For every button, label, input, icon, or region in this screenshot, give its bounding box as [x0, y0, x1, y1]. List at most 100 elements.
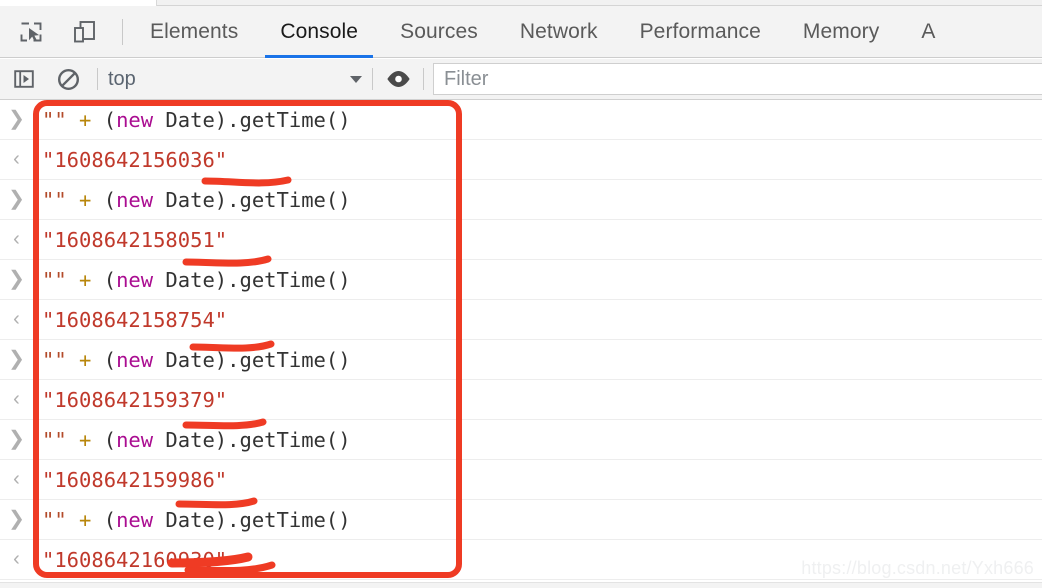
console-prompt-arrow-icon: ❯ [8, 508, 25, 530]
console-expression: "" + (new Date).getTime() [33, 508, 351, 532]
console-input-row[interactable]: ❯ "" + (new Date).getTime() [0, 100, 1042, 140]
expr-new-keyword: new [116, 107, 154, 132]
devtools-tool-icons [0, 15, 102, 49]
tab-performance-label: Performance [639, 19, 761, 43]
console-result-value: "1608642158051" [42, 227, 228, 252]
tab-application-label: A [921, 19, 936, 43]
console-input-row[interactable]: ❯ "" + (new Date).getTime() [0, 180, 1042, 220]
tab-console[interactable]: Console [259, 6, 379, 58]
console-result: "1608642159379" [33, 388, 227, 412]
console-prompt-arrow-icon: ❯ [8, 108, 25, 130]
console-input-row[interactable]: ❯ "" + (new Date).getTime() [0, 260, 1042, 300]
console-prompt-arrow-icon: ❯ [8, 348, 25, 370]
console-output-row[interactable]: ‹ "1608642159379" [0, 380, 1042, 420]
expr-string-literal: "" [42, 187, 67, 212]
console-expression: "" + (new Date).getTime() [33, 348, 351, 372]
console-result: "1608642158051" [33, 228, 227, 252]
expr-string-literal: "" [42, 507, 67, 532]
expr-plus-operator: + [79, 267, 92, 292]
console-result-arrow-icon: ‹ [13, 548, 20, 570]
tab-memory-label: Memory [802, 19, 880, 43]
console-sidebar-toggle-icon [14, 70, 34, 88]
console-filter-input[interactable] [433, 63, 1042, 95]
expr-new-keyword: new [116, 187, 154, 212]
expr-string-literal: "" [42, 427, 67, 452]
expr-plus-operator: + [79, 107, 92, 132]
console-log-list[interactable]: ❯ "" + (new Date).getTime() ‹ "160864215… [0, 100, 1042, 588]
expr-rest: Date).getTime() [153, 187, 351, 212]
console-context-selector[interactable]: top [98, 64, 366, 94]
console-result-arrow-icon: ‹ [13, 468, 20, 490]
expr-rest: Date).getTime() [153, 507, 351, 532]
console-prompt-arrow-icon: ❯ [8, 188, 25, 210]
device-toolbar-icon [74, 20, 95, 42]
tab-application[interactable]: A [900, 6, 956, 58]
console-output-row[interactable]: ‹ "1608642159986" [0, 460, 1042, 500]
expr-rest: Date).getTime() [153, 347, 351, 372]
console-result-arrow-icon: ‹ [13, 228, 20, 250]
page-watermark: https://blog.csdn.net/Yxh666 [801, 558, 1034, 578]
console-output-row[interactable]: ‹ "1608642158754" [0, 300, 1042, 340]
expr-open-paren: ( [103, 347, 117, 372]
expr-open-paren: ( [103, 507, 117, 532]
tab-network[interactable]: Network [499, 6, 619, 58]
console-result-arrow-icon: ‹ [13, 388, 20, 410]
console-expression: "" + (new Date).getTime() [33, 428, 351, 452]
expr-string-literal: "" [42, 267, 67, 292]
console-filter-wrap [433, 63, 1042, 95]
console-result-value: "1608642160930" [42, 547, 228, 572]
toolbar-divider [122, 18, 123, 45]
devtools-tabbar: Elements Console Sources Network Perform… [0, 6, 1042, 58]
devtools-panel-tabs: Elements Console Sources Network Perform… [129, 6, 956, 58]
expr-plus-operator: + [79, 507, 92, 532]
console-result: "1608642158754" [33, 308, 227, 332]
window-bottom-strip [0, 582, 1042, 588]
tab-performance[interactable]: Performance [619, 6, 782, 58]
console-input-row[interactable]: ❯ "" + (new Date).getTime() [0, 420, 1042, 460]
tab-elements[interactable]: Elements [129, 6, 259, 58]
console-result: "1608642160930" [33, 548, 227, 572]
expr-plus-operator: + [79, 187, 92, 212]
console-result-value: "1608642156036" [42, 147, 228, 172]
devtools-window: Elements Console Sources Network Perform… [0, 0, 1042, 588]
tab-elements-label: Elements [150, 19, 239, 43]
tab-memory[interactable]: Memory [782, 6, 900, 58]
console-sidebar-toggle-button[interactable] [9, 64, 39, 94]
live-expression-button[interactable] [383, 64, 413, 94]
console-result-value: "1608642158754" [42, 307, 228, 332]
live-expression-eye-icon [386, 71, 410, 87]
console-toolbar: top [0, 59, 1042, 100]
console-result-arrow-icon: ‹ [13, 148, 20, 170]
console-input-row[interactable]: ❯ "" + (new Date).getTime() [0, 340, 1042, 380]
console-result: "1608642159986" [33, 468, 227, 492]
console-context-value: top [108, 67, 136, 90]
device-toolbar-button[interactable] [68, 15, 102, 49]
clear-console-button[interactable] [53, 64, 83, 94]
console-output-row[interactable]: ‹ "1608642156036" [0, 140, 1042, 180]
expr-new-keyword: new [116, 347, 154, 372]
expr-rest: Date).getTime() [153, 107, 351, 132]
console-toolbar-divider-3 [423, 68, 424, 90]
console-input-row[interactable]: ❯ "" + (new Date).getTime() [0, 500, 1042, 540]
tab-network-label: Network [519, 19, 598, 43]
expr-rest: Date).getTime() [153, 267, 351, 292]
console-expression: "" + (new Date).getTime() [33, 268, 351, 292]
expr-open-paren: ( [103, 187, 117, 212]
console-expression: "" + (new Date).getTime() [33, 188, 351, 212]
expr-open-paren: ( [103, 267, 117, 292]
console-output-row[interactable]: ‹ "1608642158051" [0, 220, 1042, 260]
expr-plus-operator: + [79, 427, 92, 452]
expr-new-keyword: new [116, 507, 154, 532]
expr-new-keyword: new [116, 427, 154, 452]
expr-open-paren: ( [103, 427, 117, 452]
console-result-value: "1608642159986" [42, 467, 228, 492]
chevron-down-icon [350, 76, 362, 83]
console-result-arrow-icon: ‹ [13, 308, 20, 330]
tab-console-label: Console [280, 19, 359, 43]
console-prompt-arrow-icon: ❯ [8, 428, 25, 450]
console-prompt-arrow-icon: ❯ [8, 268, 25, 290]
inspect-element-button[interactable] [14, 15, 48, 49]
expr-new-keyword: new [116, 267, 154, 292]
console-expression: "" + (new Date).getTime() [33, 108, 351, 132]
tab-sources[interactable]: Sources [379, 6, 499, 58]
